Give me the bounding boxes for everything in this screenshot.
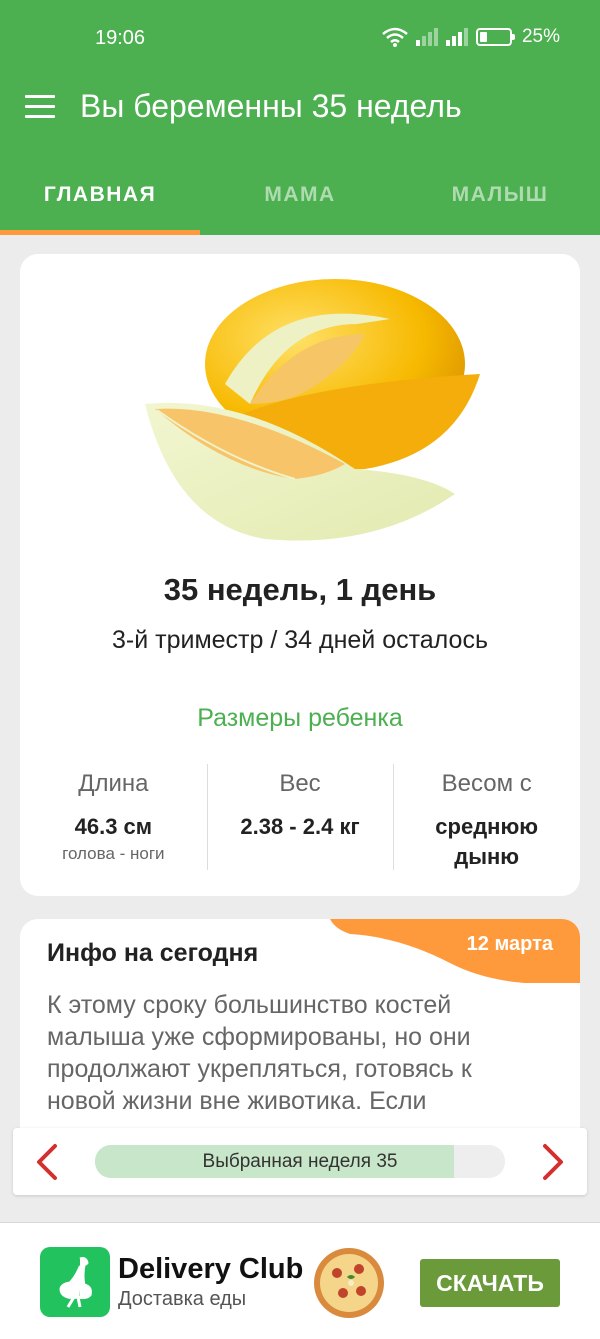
status-icons: 25% <box>382 26 560 48</box>
ad-title: Delivery Club <box>118 1253 304 1285</box>
tab-baby[interactable]: МАЛЫШ <box>400 165 600 235</box>
tab-main[interactable]: ГЛАВНАЯ <box>0 165 200 235</box>
delivery-club-logo[interactable] <box>40 1247 110 1317</box>
tab-mom[interactable]: МАМА <box>200 165 400 235</box>
chevron-left-icon[interactable] <box>27 1140 71 1184</box>
stat-compare-value: среднюю дыню <box>435 814 539 869</box>
app-header: 19:06 25% Вы беременны 35 недель ГЛАВНАЯ <box>0 0 600 235</box>
menu-icon[interactable] <box>25 95 55 119</box>
stat-weight: Вес 2.38 - 2.4 кг <box>206 764 394 874</box>
pizza-image <box>314 1248 384 1318</box>
info-text: К этому сроку большинство костей малыша … <box>47 991 472 1115</box>
stat-length-sub: голова - ноги <box>62 844 165 863</box>
active-tab-indicator <box>0 230 200 235</box>
trimester-info: 3-й триместр / 34 дней осталось <box>112 626 488 654</box>
status-time: 19:06 <box>95 27 146 49</box>
ostrich-icon <box>59 1257 92 1308</box>
page-title: Вы беременны 35 недель <box>80 88 462 124</box>
week-progress-bar[interactable]: Выбранная неделя 35 <box>95 1145 505 1178</box>
stat-length-label: Длина <box>78 770 149 797</box>
wifi-icon <box>382 27 408 47</box>
baby-sizes-title: Размеры ребенка <box>197 704 403 732</box>
stat-weight-value: 2.38 - 2.4 кг <box>240 814 360 839</box>
week-summary-card: 35 недель, 1 день 3-й триместр / 34 дней… <box>20 254 580 896</box>
melon-image <box>145 279 480 541</box>
date-badge: 12 марта <box>466 933 553 955</box>
info-title: Инфо на сегодня <box>47 939 259 967</box>
signal-sim1-icon <box>415 28 438 46</box>
stat-length: Длина 46.3 см голова - ноги <box>20 764 207 874</box>
week-selector: Выбранная неделя 35 <box>13 1128 587 1195</box>
baby-stats: Длина 46.3 см голова - ноги Вес 2.38 - 2… <box>20 764 580 874</box>
ad-subtitle: Доставка еды <box>118 1288 247 1310</box>
ad-banner[interactable]: Delivery Club Доставка еды СКАЧАТЬ <box>0 1222 600 1339</box>
download-button[interactable]: СКАЧАТЬ <box>420 1259 560 1307</box>
stat-size-compare: Весом с среднюю дыню <box>393 764 580 874</box>
week-heading: 35 недель, 1 день <box>163 572 437 607</box>
battery-icon <box>475 28 515 46</box>
stat-compare-label: Весом с <box>441 770 532 797</box>
status-bar: 19:06 25% <box>0 0 600 78</box>
selected-week-label: Выбранная неделя 35 <box>202 1151 398 1172</box>
stat-length-value: 46.3 см <box>74 814 153 839</box>
tab-bar: ГЛАВНАЯ МАМА МАЛЫШ <box>0 165 600 235</box>
battery-percent: 25% <box>521 26 560 47</box>
chevron-right-icon[interactable] <box>529 1140 573 1184</box>
stat-weight-label: Вес <box>279 770 321 797</box>
signal-sim2-icon <box>445 28 468 46</box>
